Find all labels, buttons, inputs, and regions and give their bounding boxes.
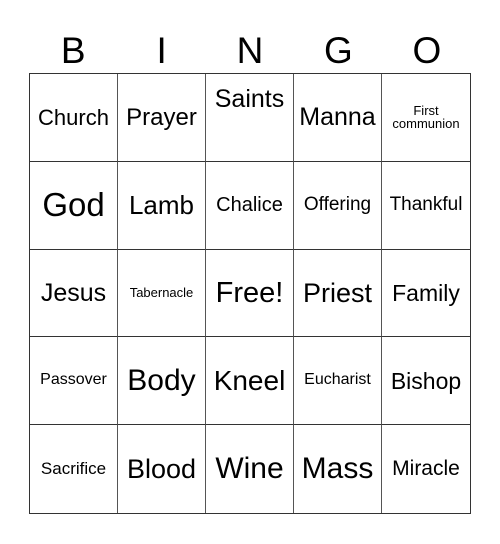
free-space-cell[interactable]: Free!: [206, 249, 294, 338]
cell-label: Chalice: [216, 193, 283, 216]
bingo-cell[interactable]: Kneel: [206, 337, 294, 426]
bingo-cell[interactable]: Family: [382, 250, 470, 338]
cell-label: Manna: [299, 103, 376, 132]
header-letter-i: I: [156, 30, 167, 71]
cell-label: Free!: [215, 276, 284, 309]
bingo-cell[interactable]: Church: [30, 74, 118, 162]
cell-label: Thankful: [389, 194, 463, 216]
bingo-cell[interactable]: Miracle: [382, 425, 470, 513]
bingo-cell[interactable]: Passover: [30, 337, 118, 426]
cell-label: Saints: [214, 85, 285, 113]
bingo-cell[interactable]: Jesus: [30, 249, 118, 338]
cell-label: Tabernacle: [129, 285, 194, 301]
cell-label: Offering: [303, 194, 372, 216]
bingo-cell[interactable]: Manna: [294, 74, 382, 162]
bingo-cell[interactable]: Bishop: [382, 337, 470, 426]
bingo-cell[interactable]: Wine: [206, 425, 294, 513]
cell-label: Bishop: [390, 367, 462, 394]
cell-label: Lamb: [128, 189, 195, 220]
cell-label: Family: [392, 279, 460, 306]
cell-label: Prayer: [126, 103, 197, 131]
bingo-cell[interactable]: Eucharist: [294, 337, 382, 426]
cell-label: Passover: [40, 371, 107, 389]
bingo-cell[interactable]: Offering: [294, 161, 382, 250]
bingo-cell[interactable]: Lamb: [118, 161, 206, 250]
bingo-cell[interactable]: Tabernacle: [118, 249, 206, 338]
cell-label: God: [42, 185, 105, 223]
cell-label: Wine: [215, 452, 284, 486]
bingo-cell[interactable]: God: [30, 161, 118, 250]
cell-label: Mass: [301, 452, 374, 486]
header-letter-g: G: [324, 30, 353, 71]
cell-label: Priest: [302, 277, 373, 308]
cell-label: Jesus: [40, 278, 107, 307]
cell-label: Sacrifice: [40, 459, 107, 479]
bingo-cell[interactable]: Saints: [206, 74, 294, 162]
bingo-cell[interactable]: Thankful: [382, 162, 470, 250]
cell-label: Blood: [126, 453, 197, 484]
header-letter-n: N: [236, 30, 264, 71]
bingo-cell[interactable]: First communion: [382, 74, 470, 162]
cell-label: Kneel: [213, 365, 286, 397]
cell-label: First communion: [392, 102, 460, 132]
header-letter-o: O: [412, 30, 442, 71]
bingo-cell[interactable]: Sacrifice: [30, 425, 118, 513]
header-letter-b: B: [60, 30, 86, 71]
cell-label: Body: [127, 364, 196, 398]
cell-label: Church: [38, 104, 109, 130]
bingo-header: B I N G O: [29, 28, 471, 74]
bingo-grid: Church Prayer Saints Manna First communion Go…: [29, 73, 471, 514]
bingo-cell[interactable]: Blood: [118, 425, 206, 513]
bingo-cell[interactable]: Body: [118, 337, 206, 426]
bingo-cell[interactable]: Mass: [294, 425, 382, 513]
cell-label: Miracle: [392, 457, 460, 481]
bingo-cell[interactable]: Chalice: [206, 161, 294, 250]
bingo-cell[interactable]: Priest: [294, 249, 382, 338]
cell-label: Eucharist: [304, 371, 371, 389]
bingo-cell[interactable]: Prayer: [118, 74, 206, 162]
